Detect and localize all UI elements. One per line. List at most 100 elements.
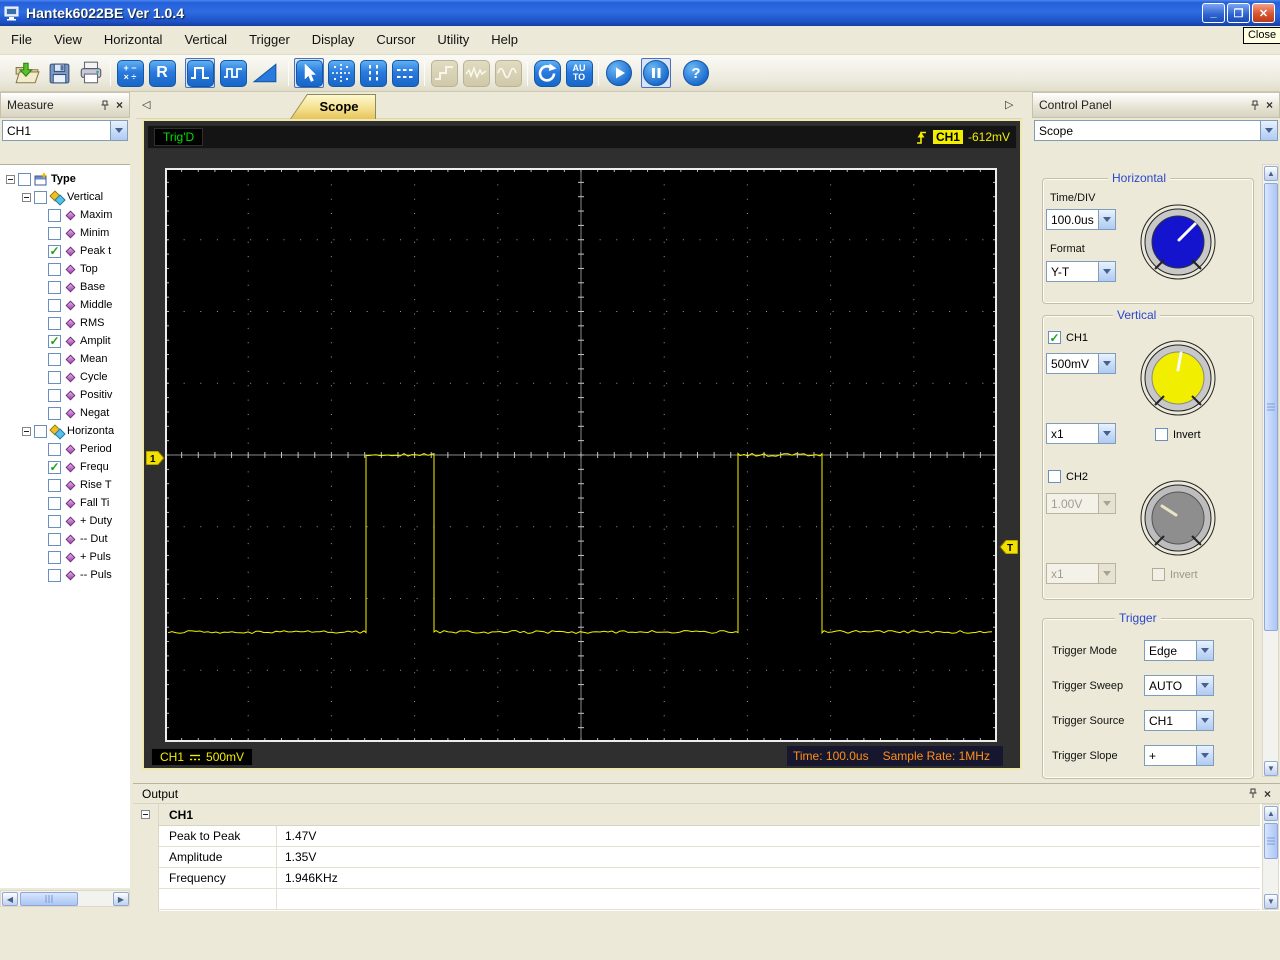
ch1-position-knob[interactable] [1138, 338, 1218, 418]
collapse-icon[interactable] [141, 810, 150, 819]
table-row[interactable]: Amplitude 1.35V [159, 847, 1260, 868]
checkbox[interactable] [48, 515, 61, 528]
pin-icon[interactable] [1250, 100, 1260, 111]
control-panel-scrollbar[interactable]: ▲ ▼ [1262, 164, 1279, 777]
tree-item-frequency[interactable]: ✓Frequ [0, 458, 130, 476]
trigger-source-select[interactable]: CH1 [1144, 710, 1214, 731]
pin-icon[interactable] [100, 100, 110, 111]
chevron-down-icon[interactable] [1098, 564, 1115, 583]
auto-set-button[interactable]: AUTO [564, 58, 594, 88]
tree-item-maximum[interactable]: Maxim [0, 206, 130, 224]
tab-scope[interactable]: Scope [290, 94, 376, 119]
close-button[interactable]: ✕ [1252, 3, 1275, 23]
ch1-invert[interactable]: Invert [1155, 428, 1201, 441]
cross-cursor-button[interactable] [326, 58, 356, 88]
ch1-probe-select[interactable]: x1 [1046, 423, 1116, 444]
step-wave-button[interactable] [429, 58, 459, 88]
menu-utility[interactable]: Utility [426, 26, 480, 54]
tree-item-negative[interactable]: Negat [0, 404, 130, 422]
tree-item-neg-pulse[interactable]: -- Puls [0, 566, 130, 584]
collapse-icon[interactable] [22, 193, 31, 202]
checkbox[interactable]: ✓ [48, 245, 61, 258]
reference-button[interactable]: R [147, 58, 177, 88]
tree-item-base[interactable]: Base [0, 278, 130, 296]
tree-item-peak-to-peak[interactable]: ✓Peak t [0, 242, 130, 260]
help-button[interactable]: ? [681, 58, 711, 88]
tree-item-rms[interactable]: RMS [0, 314, 130, 332]
pause-button[interactable] [641, 58, 671, 88]
sine-wave-button[interactable] [493, 58, 523, 88]
noise-wave-button[interactable] [461, 58, 491, 88]
ch1-checkbox[interactable]: ✓ [1048, 331, 1061, 344]
ch1-invert-checkbox[interactable] [1155, 428, 1168, 441]
pulse2-display-button[interactable] [218, 58, 248, 88]
chevron-down-icon[interactable] [1196, 746, 1213, 765]
tree-group-vertical[interactable]: Vertical [0, 188, 130, 206]
scroll-left-button[interactable]: ◀ [2, 892, 18, 906]
horizontal-checkbox[interactable] [34, 425, 47, 438]
tree-item-top[interactable]: Top [0, 260, 130, 278]
channel1-position-marker[interactable]: 1 [146, 451, 165, 465]
scroll-right-button[interactable]: ▶ [113, 892, 129, 906]
scroll-up-button[interactable]: ▲ [1264, 806, 1278, 821]
tree-item-amplitude[interactable]: ✓Amplit [0, 332, 130, 350]
close-panel-icon[interactable]: × [116, 100, 123, 110]
menu-display[interactable]: Display [301, 26, 366, 54]
vertical-cursors-button[interactable] [358, 58, 388, 88]
chevron-down-icon[interactable] [1196, 641, 1213, 660]
checkbox[interactable] [48, 479, 61, 492]
graticule[interactable] [165, 168, 997, 742]
restore-button[interactable]: ❐ [1227, 3, 1250, 23]
checkbox[interactable] [48, 533, 61, 546]
timebase-knob[interactable] [1138, 202, 1218, 282]
type-checkbox[interactable] [18, 173, 31, 186]
ch2-position-knob[interactable] [1138, 478, 1218, 558]
tree-group-horizontal[interactable]: Horizonta [0, 422, 130, 440]
scroll-thumb[interactable] [20, 892, 78, 906]
tree-item-pos-duty[interactable]: + Duty [0, 512, 130, 530]
collapse-icon[interactable] [22, 427, 31, 436]
refresh-button[interactable] [532, 58, 562, 88]
tree-item-period[interactable]: Period [0, 440, 130, 458]
trigger-sweep-select[interactable]: AUTO [1144, 675, 1214, 696]
tree-item-middle[interactable]: Middle [0, 296, 130, 314]
chevron-down-icon[interactable] [110, 121, 127, 140]
tree-item-positive[interactable]: Positiv [0, 386, 130, 404]
menu-trigger[interactable]: Trigger [238, 26, 301, 54]
measure-hscrollbar[interactable]: ◀ ▶ [0, 890, 130, 907]
tree-item-neg-duty[interactable]: -- Dut [0, 530, 130, 548]
scroll-thumb[interactable] [1264, 183, 1278, 631]
checkbox[interactable] [48, 407, 61, 420]
pulse-display-button[interactable] [185, 58, 215, 88]
checkbox[interactable] [48, 497, 61, 510]
ch2-checkbox[interactable] [1048, 470, 1061, 483]
trigger-slope-select[interactable]: + [1144, 745, 1214, 766]
tree-item-type[interactable]: Type [0, 170, 130, 188]
checkbox[interactable] [48, 317, 61, 330]
minimize-button[interactable]: _ [1202, 3, 1225, 23]
chevron-down-icon[interactable] [1098, 494, 1115, 513]
scroll-down-button[interactable]: ▼ [1264, 894, 1278, 909]
menu-cursor[interactable]: Cursor [365, 26, 426, 54]
tree-item-minimum[interactable]: Minim [0, 224, 130, 242]
menu-file[interactable]: File [0, 26, 43, 54]
chevron-down-icon[interactable] [1196, 711, 1213, 730]
vertical-checkbox[interactable] [34, 191, 47, 204]
tree-item-rise-time[interactable]: Rise T [0, 476, 130, 494]
tree-item-fall-time[interactable]: Fall Ti [0, 494, 130, 512]
open-button[interactable] [12, 58, 42, 88]
chevron-down-icon[interactable] [1098, 424, 1115, 443]
ch2-enable[interactable]: CH2 [1048, 470, 1088, 483]
menu-vertical[interactable]: Vertical [173, 26, 238, 54]
output-group-row[interactable]: CH1 [159, 804, 1260, 826]
chevron-down-icon[interactable] [1098, 262, 1115, 281]
close-panel-icon[interactable]: × [1264, 789, 1271, 799]
scroll-down-button[interactable]: ▼ [1264, 761, 1278, 776]
menu-horizontal[interactable]: Horizontal [93, 26, 174, 54]
format-select[interactable]: Y-T [1046, 261, 1116, 282]
ch2-probe-select[interactable]: x1 [1046, 563, 1116, 584]
start-button[interactable] [604, 58, 634, 88]
tab-scroll-right-icon[interactable]: ▷ [1005, 98, 1013, 111]
chevron-down-icon[interactable] [1098, 354, 1115, 373]
checkbox[interactable] [48, 371, 61, 384]
